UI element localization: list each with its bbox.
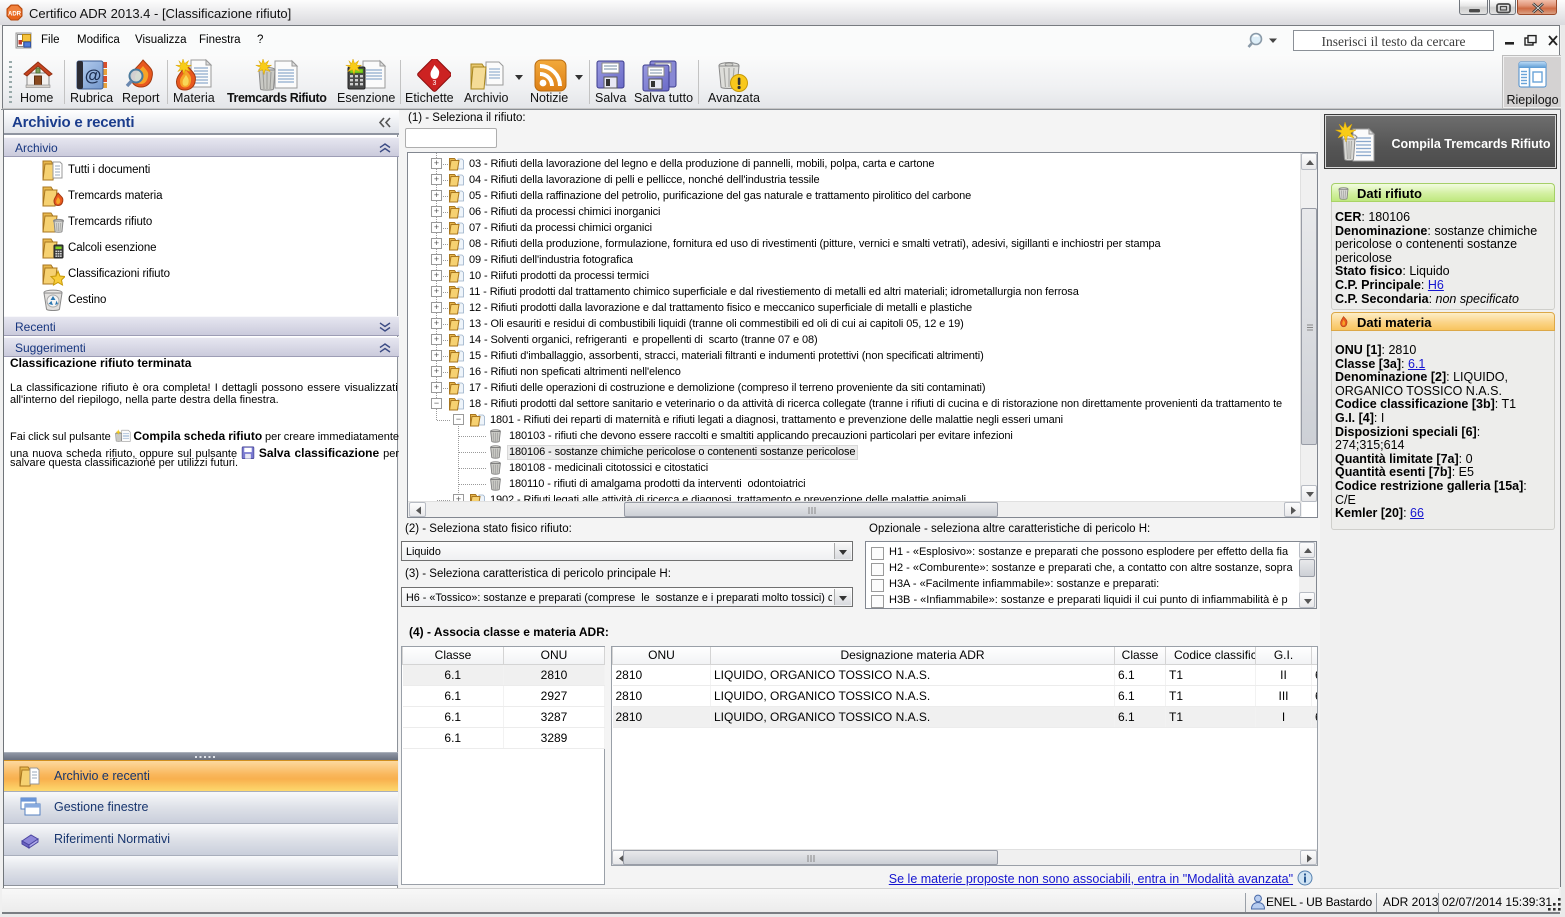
svg-text:@: @ [85, 66, 102, 85]
svg-text:ADR: ADR [8, 12, 22, 18]
svg-text:3: 3 [433, 80, 437, 87]
